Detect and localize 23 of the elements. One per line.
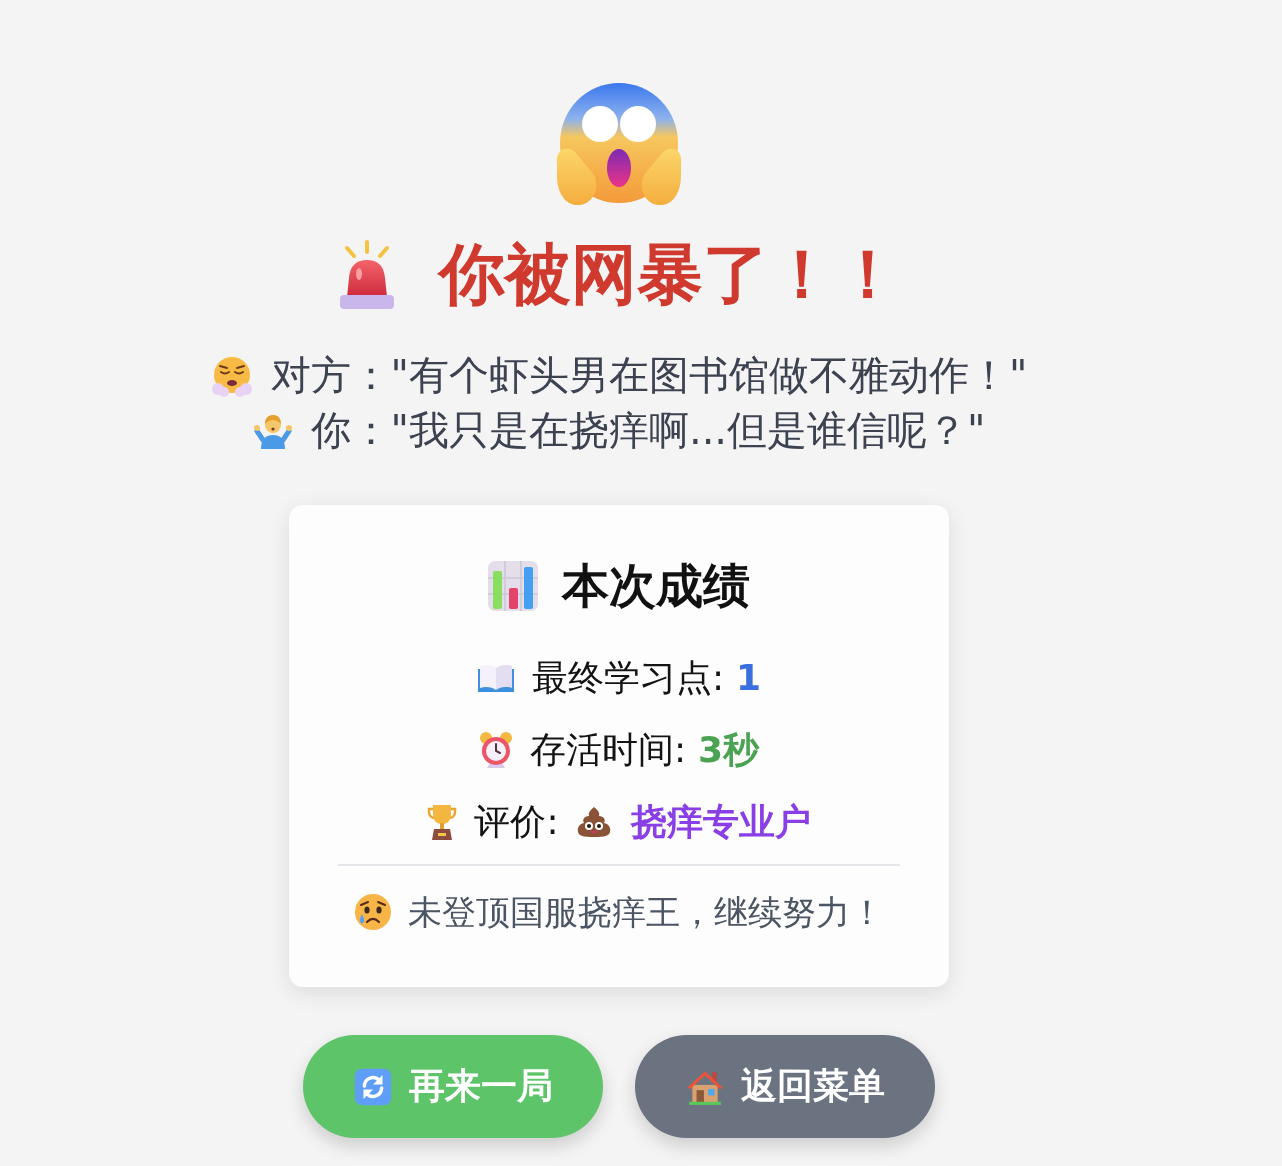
alert-title: 你被网暴了！！ — [438, 235, 901, 315]
stat-label: 最终学习点: — [531, 656, 725, 700]
card-heading: 本次成绩 — [562, 558, 750, 614]
siren-icon — [337, 239, 396, 311]
refresh-icon — [353, 1067, 392, 1106]
stat-value: 挠痒专业户 — [630, 800, 811, 844]
stat-value: 1 — [736, 656, 762, 700]
trophy-icon — [427, 804, 458, 840]
encouragement-text: 未登顶国服挠痒王，继续努力！ — [408, 891, 884, 934]
bar-chart-icon — [488, 561, 538, 611]
shrugging-person-icon — [252, 412, 293, 449]
dialogue-line: 你："我只是在挠痒啊...但是谁信呢？" — [310, 406, 986, 455]
open-book-icon — [476, 663, 515, 693]
stat-label: 评价: — [474, 800, 559, 844]
stat-value: 3秒 — [698, 728, 760, 772]
screaming-face-icon — [554, 82, 684, 207]
dialogue-line: 对方："有个虾头男在图书馆做不雅动作！" — [270, 351, 1028, 400]
alarm-clock-icon — [478, 731, 513, 769]
huffing-face-icon — [210, 354, 253, 397]
poop-icon — [576, 806, 611, 838]
crying-face-icon — [354, 893, 392, 931]
stat-label: 存活时间: — [529, 728, 687, 772]
menu-button[interactable]: 返回菜单 — [635, 1035, 935, 1138]
